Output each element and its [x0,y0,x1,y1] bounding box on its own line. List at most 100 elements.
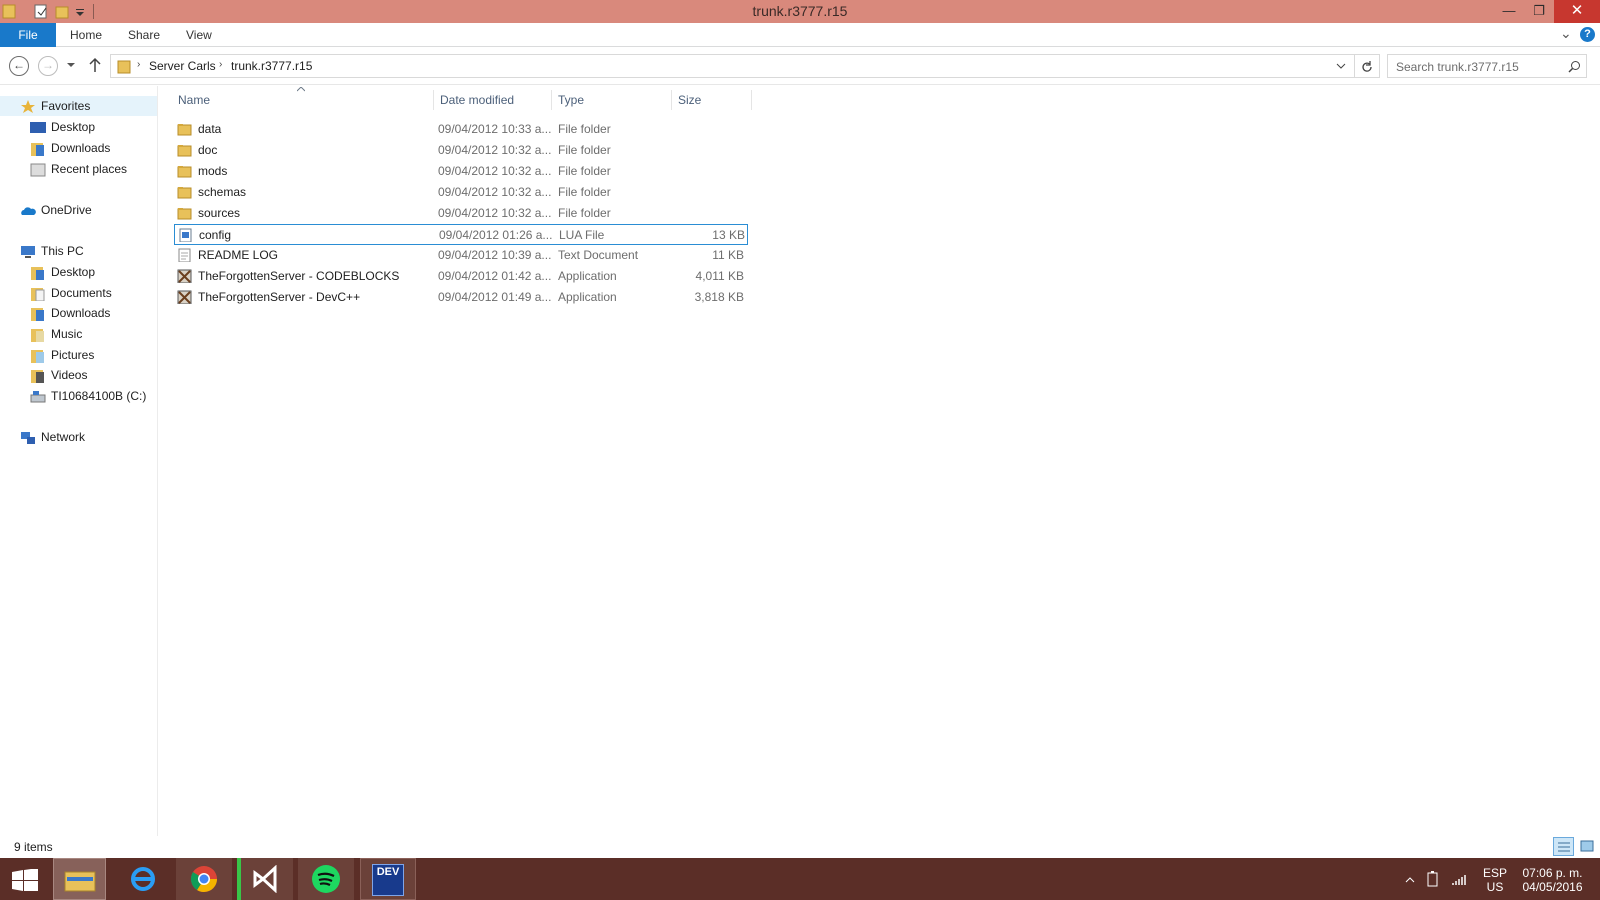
restore-button[interactable]: ❐ [1524,0,1554,23]
search-icon[interactable] [1568,60,1581,73]
nav-pc-pictures[interactable]: Pictures [30,345,94,365]
column-header-size[interactable]: Size [672,90,752,110]
dev-cpp-label: DEV [376,866,400,878]
file-row[interactable]: TheForgottenServer - CODEBLOCKS 09/04/201… [174,266,748,287]
file-type: File folder [558,164,611,178]
taskbar-visual-studio[interactable] [237,858,293,900]
nav-favorites-downloads[interactable]: Downloads [30,138,110,158]
nav-onedrive[interactable]: OneDrive [20,200,92,220]
window-title: trunk.r3777.r15 [752,3,848,19]
keyboard-layout-label: US [1486,880,1504,894]
file-type: Application [558,290,617,304]
breadcrumb-current[interactable]: trunk.r3777.r15 [231,59,312,73]
address-dropdown-icon[interactable] [1336,63,1346,71]
file-name: config [199,228,232,242]
refresh-button[interactable] [1355,54,1380,78]
close-button[interactable]: ✕ [1554,0,1600,23]
nav-label: Desktop [51,120,96,134]
nav-pc-desktop[interactable]: Desktop [30,262,95,282]
windows-logo-icon [12,869,38,891]
taskbar-spotify[interactable] [298,858,354,900]
nav-favorites-desktop[interactable]: Desktop [30,117,95,137]
address-bar[interactable]: › Server Carls › trunk.r3777.r15 [110,54,1355,78]
tab-view[interactable]: View [172,23,226,47]
file-row[interactable]: schemas 09/04/2012 10:32 a... File folder [174,182,748,203]
signal-icon[interactable] [1451,872,1467,886]
file-row[interactable]: data 09/04/2012 10:33 a... File folder [174,119,748,140]
nav-pc-downloads[interactable]: Downloads [30,303,110,323]
navigation-pane: Favorites Desktop Downloads Recent place… [0,86,158,836]
taskbar-dev-cpp[interactable]: DEV [360,858,416,900]
nav-pc-music[interactable]: Music [30,324,82,344]
taskbar: DEV ESP US 07:06 p. m. 04/05/2016 [0,858,1600,900]
taskbar-internet-explorer[interactable] [115,858,171,900]
nav-pc-drive-c[interactable]: TI10684100B (C:) [30,386,146,406]
tab-home[interactable]: Home [56,23,116,47]
file-date: 09/04/2012 10:32 a... [438,143,552,157]
star-icon [21,99,35,113]
file-size [674,182,744,203]
power-icon[interactable] [1425,870,1441,888]
downloads-icon [31,142,44,156]
minimize-button[interactable]: — [1494,0,1524,23]
nav-pc-videos[interactable]: Videos [30,365,87,385]
clock[interactable]: 07:06 p. m. 04/05/2016 [1515,866,1590,894]
file-date: 09/04/2012 01:49 a... [438,290,552,304]
file-size [674,140,744,161]
large-icons-view-button[interactable] [1577,837,1598,856]
file-row[interactable]: doc 09/04/2012 10:32 a... File folder [174,140,748,161]
file-type: Text Document [558,248,639,262]
file-row[interactable]: TheForgottenServer - DevC++ 09/04/2012 01… [174,287,748,308]
nav-label: Desktop [51,265,96,279]
nav-recent-places[interactable]: Recent places [30,159,127,179]
file-name: README LOG [198,248,279,262]
taskbar-chrome[interactable] [176,858,232,900]
language-indicator[interactable]: ESP US [1478,866,1512,894]
back-button[interactable]: ← [9,56,29,76]
help-icon[interactable]: ? [1580,27,1595,42]
file-name: doc [198,143,218,157]
file-type: File folder [558,206,611,220]
show-hidden-icons-icon[interactable] [1405,876,1415,883]
application-icon [177,269,192,283]
file-date: 09/04/2012 10:32 a... [438,164,552,178]
tab-share[interactable]: Share [114,23,174,47]
file-row-selected[interactable]: config 09/04/2012 01:26 a... LUA File 13 KB [174,224,748,245]
tab-file[interactable]: File [0,23,56,47]
breadcrumb-server-carls[interactable]: Server Carls [149,59,216,73]
expand-ribbon-icon[interactable]: ⌄ [1560,25,1572,42]
file-date: 09/04/2012 10:32 a... [438,185,552,199]
column-header-type[interactable]: Type [552,90,672,110]
forward-button[interactable]: → [38,56,58,76]
file-row[interactable]: README LOG 09/04/2012 10:39 a... Text Docu… [174,245,748,266]
ribbon-tabs: File Home Share View ⌄ ? [0,23,1600,47]
file-size [674,161,744,182]
folder-icon [177,187,192,199]
file-name: TheForgottenServer - CODEBLOCKS [198,269,400,283]
folder-icon [117,60,131,74]
nav-pc-documents[interactable]: Documents [30,283,112,303]
file-row[interactable]: mods 09/04/2012 10:32 a... File folder [174,161,748,182]
breadcrumb-separator-icon[interactable]: › [219,59,222,70]
file-date: 09/04/2012 10:32 a... [438,206,552,220]
column-header-date[interactable]: Date modified [434,90,552,110]
search-input[interactable]: Search trunk.r3777.r15 [1387,54,1587,78]
internet-explorer-icon [131,867,155,891]
up-arrow-icon[interactable] [88,57,102,73]
recent-locations-icon[interactable] [66,61,76,69]
breadcrumb-separator-icon[interactable]: › [137,59,140,70]
nav-this-pc[interactable]: This PC [20,241,84,261]
start-button[interactable] [0,858,50,900]
taskbar-file-explorer[interactable] [53,858,106,900]
file-size [674,119,744,140]
nav-favorites[interactable]: Favorites [0,96,157,116]
details-view-button[interactable] [1553,837,1574,856]
file-row[interactable]: sources 09/04/2012 10:32 a... File folder [174,203,748,224]
item-count: 9 items [14,840,53,854]
file-type: File folder [558,185,611,199]
nav-label: Music [51,327,83,341]
column-header-name[interactable]: Name [172,90,434,110]
folder-icon [177,145,192,157]
nav-network[interactable]: Network [20,427,85,447]
file-explorer-icon [64,871,96,892]
